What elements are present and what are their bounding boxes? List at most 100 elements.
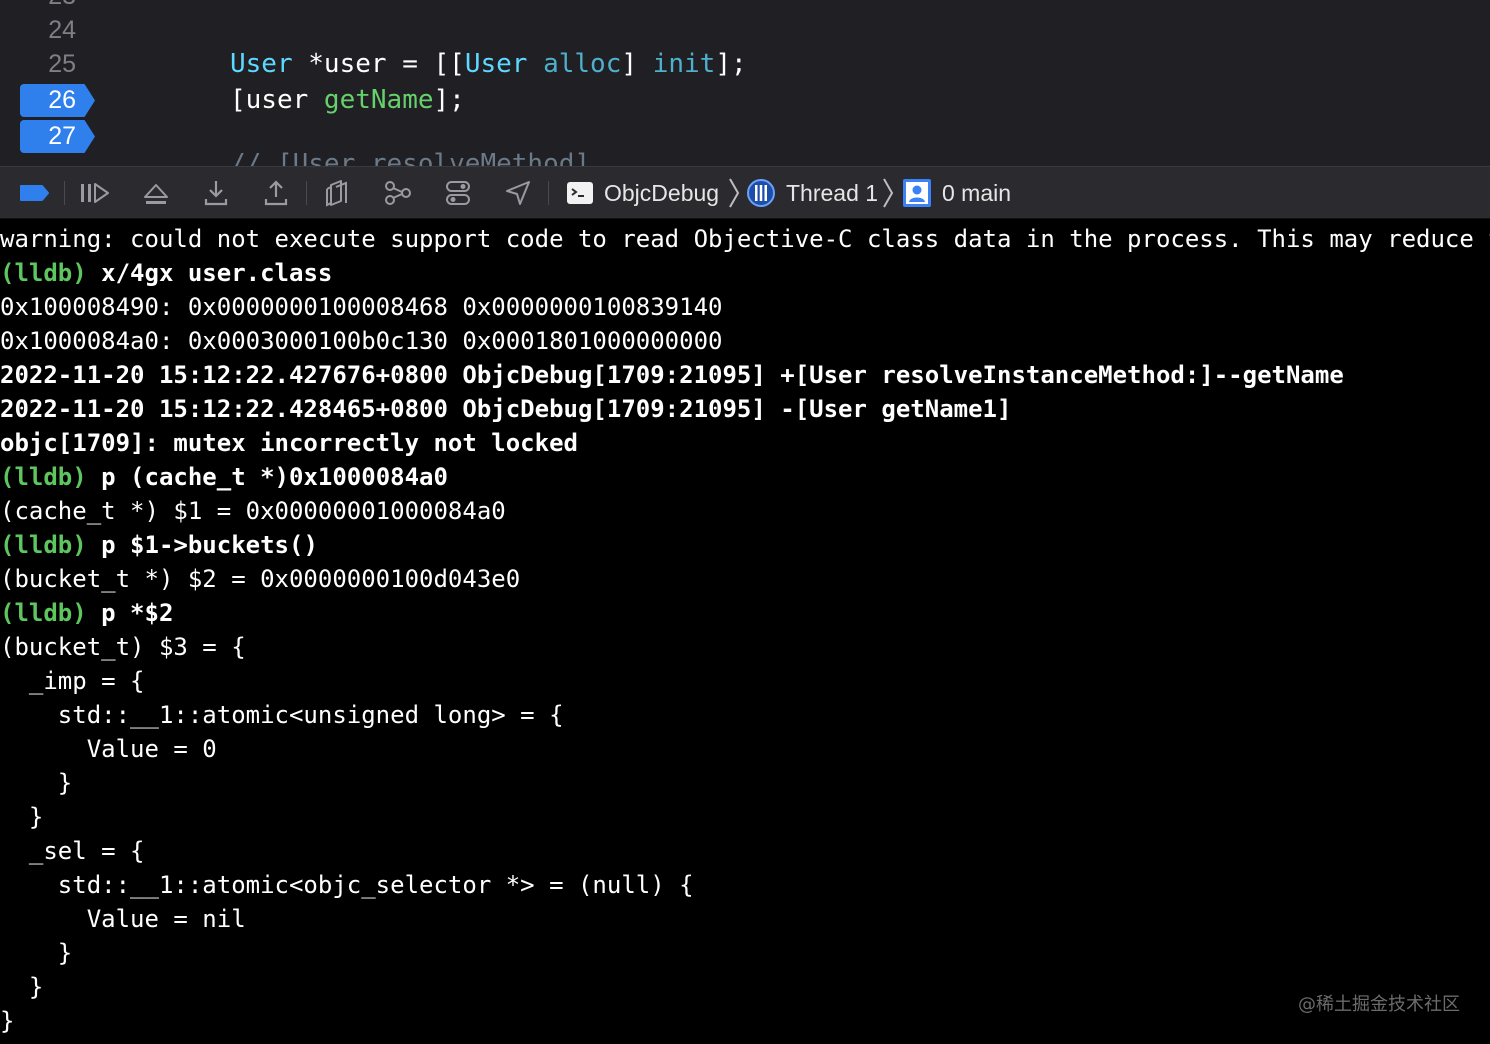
lldb-command: p $1->buckets() <box>86 531 318 559</box>
lldb-prompt: (lldb) <box>0 259 87 287</box>
token-plain: ] <box>621 49 653 79</box>
environment-overrides-button[interactable] <box>440 175 476 211</box>
console-output: (cache_t *) $1 = 0x00000001000084a0 <box>0 497 506 525</box>
console-output: 2022-11-20 15:12:22.428465+0800 ObjcDebu… <box>0 395 1012 423</box>
chevron-right-icon <box>729 178 740 208</box>
watermark: @稀土掘金技术社区 <box>1298 994 1460 1015</box>
console-output: _imp = { <box>0 667 145 695</box>
user-frame-icon <box>903 179 931 207</box>
breadcrumb-frame[interactable]: 0 main <box>942 167 1011 220</box>
console-output: std::__1::atomic<objc_selector *> = (nul… <box>0 871 694 899</box>
console-output: } <box>0 769 73 797</box>
console-line: (lldb) p $1->buckets() <box>0 528 318 562</box>
location-arrow-icon <box>506 181 530 205</box>
console-line: (cache_t *) $1 = 0x00000001000084a0 <box>0 494 506 528</box>
console-line: 0x1000084a0: 0x0003000100b0c130 0x000180… <box>0 324 722 358</box>
token-method: alloc <box>543 49 622 79</box>
console-line: } <box>0 766 72 800</box>
console-output: std::__1::atomic<unsigned long> = { <box>0 701 564 729</box>
code-line-25: 25 User *user = [[User alloc] init]; <box>0 46 1490 82</box>
code-text[interactable]: [user getName]; <box>230 82 465 118</box>
token-method: init <box>652 49 716 79</box>
lldb-prompt: (lldb) <box>0 531 87 559</box>
console-line: objc[1709]: mutex incorrectly not locked <box>0 426 578 460</box>
token-plain: *user = [[ <box>292 49 465 79</box>
simulate-location-button[interactable] <box>500 175 536 211</box>
console-output: } <box>0 939 73 967</box>
step-out-icon <box>264 180 288 206</box>
token-plain: [user <box>230 85 324 115</box>
console-line: (lldb) x/4gx user.class <box>0 256 332 290</box>
continue-icon <box>81 183 109 203</box>
token-plain: ]; <box>715 49 747 79</box>
chevron-right-icon <box>883 178 894 208</box>
thread-icon <box>747 179 775 207</box>
console-line: Value = 0 <box>0 732 217 766</box>
toggles-icon <box>446 181 470 205</box>
debug-bar: ObjcDebug Thread 1 0 main <box>0 166 1490 219</box>
console-line: std::__1::atomic<unsigned long> = { <box>0 698 564 732</box>
token-type: User <box>230 49 293 79</box>
debug-console[interactable]: warning: could not execute support code … <box>0 219 1490 1044</box>
line-number[interactable]: 25 <box>20 46 76 82</box>
console-line: Value = nil <box>0 902 246 936</box>
console-line: _sel = { <box>0 834 145 868</box>
console-output: (bucket_t) $3 = { <box>0 633 246 661</box>
separator <box>306 181 307 205</box>
source-editor[interactable]: 23 24 25 User *user = [[User alloc] init… <box>0 0 1490 166</box>
code-comment: // [User resolveMethod] <box>230 149 591 166</box>
lldb-prompt: (lldb) <box>0 463 87 491</box>
memory-graph-button[interactable] <box>380 175 416 211</box>
console-output: warning: could not execute support code … <box>0 225 1490 253</box>
console-output: 0x1000084a0: 0x0003000100b0c130 0x000180… <box>0 327 723 355</box>
code-text[interactable]: User *user = [[User alloc] init]; <box>230 46 747 82</box>
debug-view-hierarchy-button[interactable] <box>320 175 356 211</box>
lldb-command: p (cache_t *)0x1000084a0 <box>86 463 448 491</box>
console-line: (bucket_t *) $2 = 0x0000000100d043e0 <box>0 562 520 596</box>
token-type: User <box>464 49 528 79</box>
code-line-28-partial: // [User resolveMethod] <box>0 146 1490 166</box>
console-line: (lldb) p *$2 <box>0 596 173 630</box>
console-output: 2022-11-20 15:12:22.427676+0800 ObjcDebu… <box>0 361 1344 389</box>
breakpoint-icon <box>20 185 49 201</box>
step-over-icon <box>144 184 168 204</box>
console-line: } <box>0 1004 14 1038</box>
console-output: (bucket_t *) $2 = 0x0000000100d043e0 <box>0 565 521 593</box>
separator <box>64 181 65 205</box>
console-output: Value = nil <box>0 905 246 933</box>
breakpoints-toggle-button[interactable] <box>16 175 52 211</box>
view-hierarchy-icon <box>326 180 347 207</box>
step-into-button[interactable] <box>198 175 234 211</box>
console-line: } <box>0 800 43 834</box>
console-output: _sel = { <box>0 837 145 865</box>
breadcrumb-thread[interactable]: Thread 1 <box>786 167 878 220</box>
console-output: 0x100008490: 0x0000000100008468 0x000000… <box>0 293 723 321</box>
console-output: } <box>0 1007 15 1035</box>
token-plain: ]; <box>433 85 465 115</box>
console-output: } <box>0 973 44 1001</box>
console-line: 2022-11-20 15:12:22.428465+0800 ObjcDebu… <box>0 392 1011 426</box>
step-over-button[interactable] <box>138 175 174 211</box>
separator <box>548 181 549 205</box>
console-output: objc[1709]: mutex incorrectly not locked <box>0 429 578 457</box>
step-out-button[interactable] <box>258 175 294 211</box>
terminal-app-icon <box>567 182 593 204</box>
code-line-26: 26 [user getName]; <box>0 82 1490 118</box>
console-line: _imp = { <box>0 664 145 698</box>
memory-graph-icon <box>385 181 411 205</box>
line-number[interactable]: 24 <box>20 12 76 48</box>
code-line-24: 24 <box>0 12 1490 48</box>
continue-button[interactable] <box>76 175 112 211</box>
lldb-prompt: (lldb) <box>0 599 87 627</box>
console-line: 0x100008490: 0x0000000100008468 0x000000… <box>0 290 722 324</box>
console-line: std::__1::atomic<objc_selector *> = (nul… <box>0 868 694 902</box>
line-number[interactable]: 26 <box>20 82 76 118</box>
console-line: } <box>0 970 43 1004</box>
breadcrumb-target[interactable]: ObjcDebug <box>604 167 719 220</box>
lldb-command: p *$2 <box>86 599 174 627</box>
console-line: (lldb) p (cache_t *)0x1000084a0 <box>0 460 448 494</box>
console-line: warning: could not execute support code … <box>0 222 1490 256</box>
lldb-command: x/4gx user.class <box>86 259 333 287</box>
console-line: 2022-11-20 15:12:22.427676+0800 ObjcDebu… <box>0 358 1344 392</box>
